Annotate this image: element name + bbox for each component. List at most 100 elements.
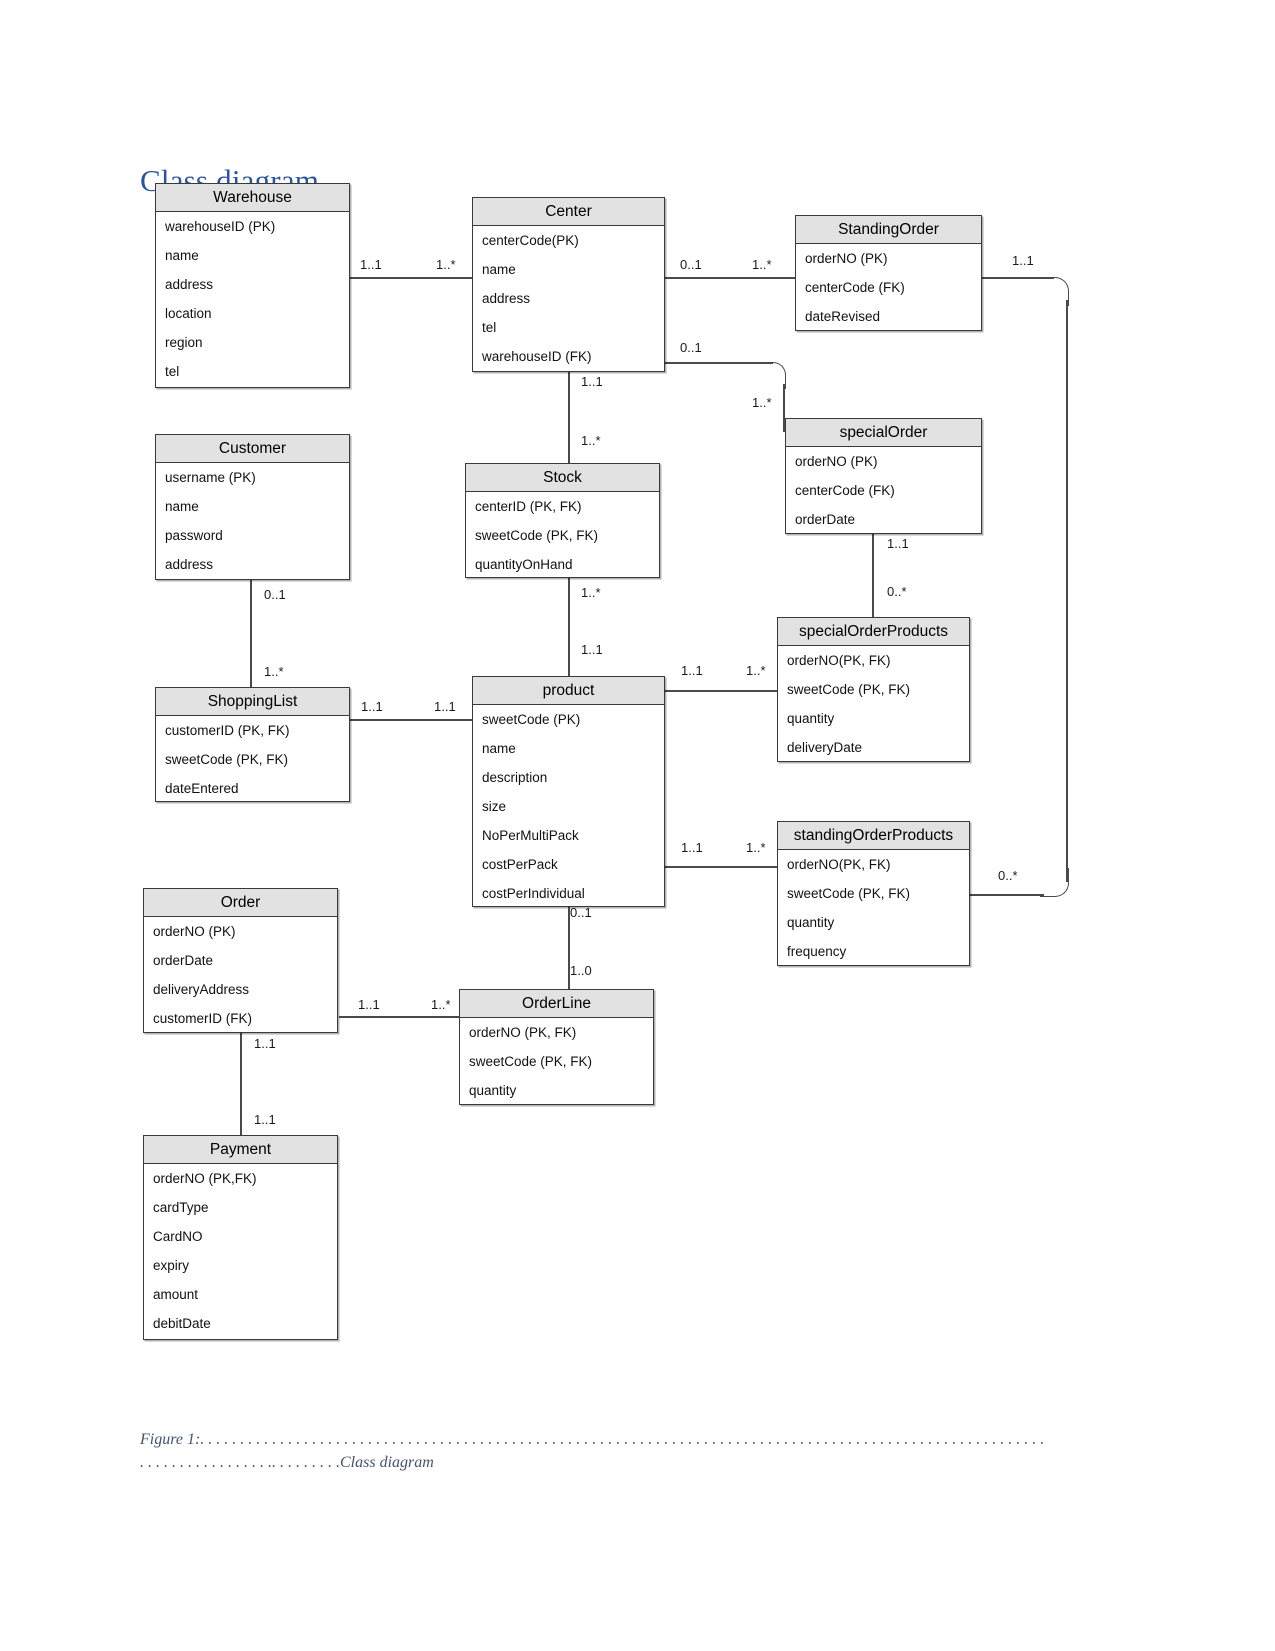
class-diagram-page: Class diagram 1..1 1..* 0..1 1..* 1..1 0…: [0, 0, 1275, 1651]
attribute: centerCode (FK): [805, 280, 905, 295]
attribute: sweetCode (PK, FK): [469, 1054, 593, 1069]
attribute: quantity: [787, 915, 835, 930]
class-name-standingorderproducts: standingOrderProducts: [778, 822, 969, 850]
connector-center-specialorder-corner: [759, 362, 786, 389]
connector-right-margin-vertical: [1066, 300, 1068, 882]
class-box-specialorder[interactable]: specialOrder orderNO (PK) centerCode (FK…: [785, 418, 982, 534]
mult-center-standingorder-right: 1..*: [752, 257, 772, 272]
attribute: size: [482, 799, 507, 814]
mult-center-stock-bottom: 1..*: [581, 433, 601, 448]
figure-caption-prefix: Figure 1:: [140, 1431, 201, 1448]
connector-center-standingorder: [665, 277, 795, 279]
class-box-orderline[interactable]: OrderLine orderNO (PK, FK) sweetCode (PK…: [459, 989, 654, 1105]
attribute: tel: [165, 364, 180, 379]
mult-center-standingorder-left: 0..1: [680, 257, 702, 272]
mult-specialorder-products-top: 1..1: [887, 536, 909, 551]
class-box-standingorder[interactable]: StandingOrder orderNO (PK) centerCode (F…: [795, 215, 982, 331]
class-box-customer[interactable]: Customer username (PK) name password add…: [155, 434, 350, 580]
attribute: orderNO (PK): [153, 924, 236, 939]
mult-product-standingop-left: 1..1: [681, 840, 703, 855]
class-box-specialorderproducts[interactable]: specialOrderProducts orderNO(PK, FK) swe…: [777, 617, 970, 762]
class-attributes-order: orderNO (PK) orderDate deliveryAddress c…: [144, 917, 337, 1033]
class-name-shoppinglist: ShoppingList: [156, 688, 349, 716]
class-box-shoppinglist[interactable]: ShoppingList customerID (PK, FK) sweetCo…: [155, 687, 350, 802]
class-attributes-warehouse: warehouseID (PK) name address location r…: [156, 212, 349, 386]
connector-order-orderline: [339, 1016, 461, 1018]
mult-order-payment-bottom: 1..1: [254, 1112, 276, 1127]
connector-warehouse-center: [350, 277, 472, 279]
class-attributes-standingorder: orderNO (PK) centerCode (FK) dateRevised: [796, 244, 981, 331]
class-box-product[interactable]: product sweetCode (PK) name description …: [472, 676, 665, 907]
attribute: sweetCode (PK, FK): [475, 528, 599, 543]
class-attributes-standingorderproducts: orderNO(PK, FK) sweetCode (PK, FK) quant…: [778, 850, 969, 966]
attribute: deliveryDate: [787, 740, 863, 755]
attribute: orderNO (PK, FK): [469, 1025, 577, 1040]
connector-standingorder-corner-top: [1040, 277, 1069, 306]
attribute: customerID (FK): [153, 1011, 253, 1026]
mult-product-sop-right: 1..*: [746, 663, 766, 678]
attribute: sweetCode (PK, FK): [787, 886, 911, 901]
class-box-order[interactable]: Order orderNO (PK) orderDate deliveryAdd…: [143, 888, 338, 1033]
mult-product-orderline-bottom: 1..0: [570, 963, 592, 978]
mult-shoppinglist-product-right: 1..1: [434, 699, 456, 714]
mult-shoppinglist-product-left: 1..1: [361, 699, 383, 714]
class-name-order: Order: [144, 889, 337, 917]
mult-customer-shoppinglist-bottom: 1..*: [264, 664, 284, 679]
mult-warehouse-center-left: 1..1: [360, 257, 382, 272]
class-name-specialorder: specialOrder: [786, 419, 981, 447]
attribute: quantity: [787, 711, 835, 726]
connector-customer-shoppinglist: [250, 579, 252, 687]
class-attributes-center: centerCode(PK) name address tel warehous…: [473, 226, 664, 371]
attribute: quantityOnHand: [475, 557, 573, 572]
attribute: name: [482, 262, 516, 277]
connector-shoppinglist-product: [350, 719, 473, 721]
attribute: centerID (PK, FK): [475, 499, 582, 514]
attribute: orderNO (PK,FK): [153, 1171, 257, 1186]
class-attributes-customer: username (PK) name password address: [156, 463, 349, 579]
mult-specialorder-products-bottom: 0..*: [887, 584, 907, 599]
attribute: deliveryAddress: [153, 982, 250, 997]
attribute: dateEntered: [165, 781, 239, 796]
attribute: address: [165, 277, 214, 292]
class-attributes-orderline: orderNO (PK, FK) sweetCode (PK, FK) quan…: [460, 1018, 653, 1105]
class-box-warehouse[interactable]: Warehouse warehouseID (PK) name address …: [155, 183, 350, 388]
attribute: orderNO(PK, FK): [787, 653, 891, 668]
class-box-payment[interactable]: Payment orderNO (PK,FK) cardType CardNO …: [143, 1135, 338, 1340]
mult-center-specialorder-left: 0..1: [680, 340, 702, 355]
class-name-orderline: OrderLine: [460, 990, 653, 1018]
attribute: debitDate: [153, 1316, 211, 1331]
attribute: NoPerMultiPack: [482, 828, 579, 843]
attribute: costPerIndividual: [482, 886, 585, 901]
mult-order-orderline-left: 1..1: [358, 997, 380, 1012]
attribute: sweetCode (PK, FK): [787, 682, 911, 697]
attribute: amount: [153, 1287, 199, 1302]
attribute: warehouseID (PK): [165, 219, 276, 234]
mult-product-standingop-right: 1..*: [746, 840, 766, 855]
class-name-payment: Payment: [144, 1136, 337, 1164]
class-box-standingorderproducts[interactable]: standingOrderProducts orderNO(PK, FK) sw…: [777, 821, 970, 966]
attribute: dateRevised: [805, 309, 881, 324]
attribute: description: [482, 770, 548, 785]
connector-standingorderproducts-right-stub: [968, 894, 1044, 896]
mult-product-sop-left: 1..1: [681, 663, 703, 678]
class-box-stock[interactable]: Stock centerID (PK, FK) sweetCode (PK, F…: [465, 463, 660, 578]
class-name-stock: Stock: [466, 464, 659, 492]
attribute: name: [482, 741, 516, 756]
attribute: frequency: [787, 944, 847, 959]
attribute: username (PK): [165, 470, 256, 485]
class-attributes-specialorderproducts: orderNO(PK, FK) sweetCode (PK, FK) quant…: [778, 646, 969, 762]
connector-center-stock: [568, 372, 570, 464]
connector-specialorder-products: [872, 529, 874, 619]
figure-caption-text: Class diagram: [340, 1454, 434, 1471]
attribute: sweetCode (PK): [482, 712, 581, 727]
attribute: centerCode (FK): [795, 483, 895, 498]
attribute: warehouseID (FK): [482, 349, 592, 364]
attribute: password: [165, 528, 223, 543]
mult-order-orderline-right: 1..*: [431, 997, 451, 1012]
attribute: name: [165, 248, 199, 263]
connector-product-specialorderproducts: [664, 690, 777, 692]
mult-order-payment-top: 1..1: [254, 1036, 276, 1051]
class-box-center[interactable]: Center centerCode(PK) name address tel w…: [472, 197, 665, 372]
class-attributes-shoppinglist: customerID (PK, FK) sweetCode (PK, FK) d…: [156, 716, 349, 803]
connector-center-specialorder-stub: [665, 362, 773, 364]
